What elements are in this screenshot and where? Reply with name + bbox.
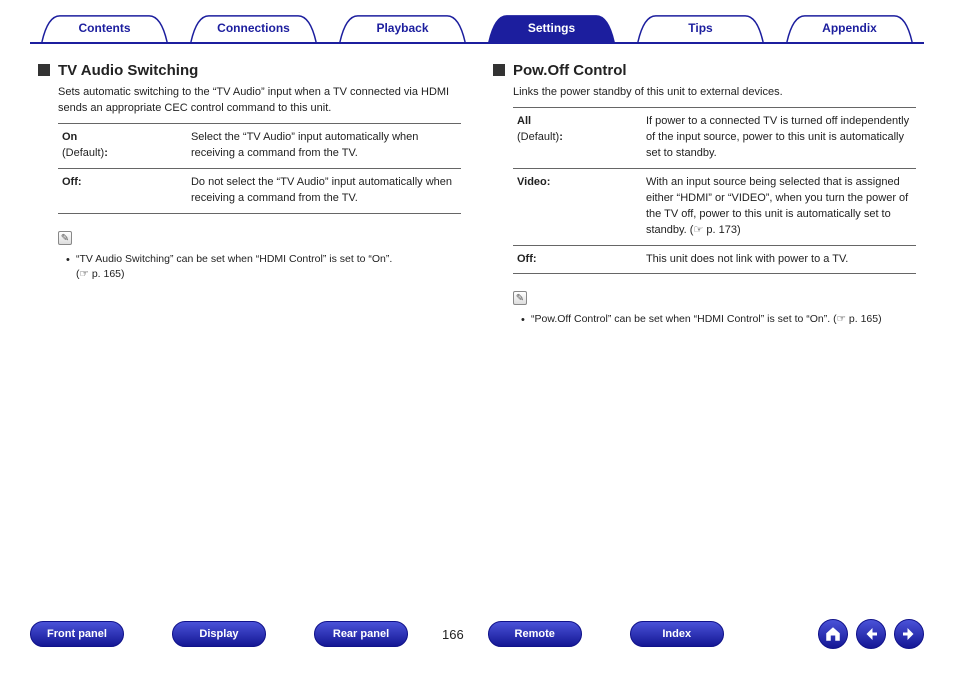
nav-front-panel[interactable]: Front panel: [30, 621, 124, 647]
pencil-icon: ✎: [58, 231, 72, 245]
table-row: Off: Do not select the “TV Audio” input …: [58, 168, 461, 213]
nav-remote[interactable]: Remote: [488, 621, 582, 647]
options-table: All (Default): If power to a connected T…: [513, 107, 916, 275]
section-tv-audio-switching: TV Audio Switching Sets automatic switch…: [38, 62, 461, 332]
page-number: 166: [442, 627, 464, 642]
option-value: This unit does not link with power to a …: [642, 245, 916, 274]
nav-index[interactable]: Index: [630, 621, 724, 647]
table-row: All (Default): If power to a connected T…: [513, 107, 916, 168]
section-description: Sets automatic switching to the “TV Audi…: [58, 85, 461, 117]
nav-rear-panel[interactable]: Rear panel: [314, 621, 408, 647]
page-reference[interactable]: (☞ p. 165): [833, 313, 882, 325]
options-table: On (Default): Select the “TV Audio” inpu…: [58, 123, 461, 214]
table-row: Video: With an input source being select…: [513, 168, 916, 245]
section-pow-off-control: Pow.Off Control Links the power standby …: [493, 62, 916, 332]
table-row: On (Default): Select the “TV Audio” inpu…: [58, 123, 461, 168]
tab-contents[interactable]: Contents: [30, 14, 179, 42]
home-icon[interactable]: [818, 619, 848, 649]
nav-display[interactable]: Display: [172, 621, 266, 647]
bottom-nav: Front panel Display Rear panel 166 Remot…: [30, 619, 924, 649]
option-key: Video:: [513, 168, 642, 245]
tab-appendix[interactable]: Appendix: [775, 14, 924, 42]
section-description: Links the power standby of this unit to …: [513, 85, 916, 101]
prev-page-icon[interactable]: [856, 619, 886, 649]
tab-connections[interactable]: Connections: [179, 14, 328, 42]
option-value: With an input source being selected that…: [642, 168, 916, 245]
section-title: Pow.Off Control: [493, 62, 916, 79]
option-key: Off:: [513, 245, 642, 274]
section-title: TV Audio Switching: [38, 62, 461, 79]
option-value: If power to a connected TV is turned off…: [642, 107, 916, 168]
tab-playback[interactable]: Playback: [328, 14, 477, 42]
option-value: Select the “TV Audio” input automaticall…: [187, 123, 461, 168]
note-text: “TV Audio Switching” can be set when “HD…: [66, 252, 461, 284]
pencil-icon: ✎: [513, 291, 527, 305]
option-key: On (Default):: [58, 123, 187, 168]
page-reference[interactable]: (☞ p. 165): [76, 268, 125, 280]
option-value: Do not select the “TV Audio” input autom…: [187, 168, 461, 213]
top-tabs: Contents Connections Playback Settings T…: [30, 14, 924, 44]
tab-tips[interactable]: Tips: [626, 14, 775, 42]
table-row: Off: This unit does not link with power …: [513, 245, 916, 274]
note-text: “Pow.Off Control” can be set when “HDMI …: [521, 312, 916, 328]
next-page-icon[interactable]: [894, 619, 924, 649]
option-key: Off:: [58, 168, 187, 213]
tab-settings[interactable]: Settings: [477, 14, 626, 42]
option-key: All (Default):: [513, 107, 642, 168]
